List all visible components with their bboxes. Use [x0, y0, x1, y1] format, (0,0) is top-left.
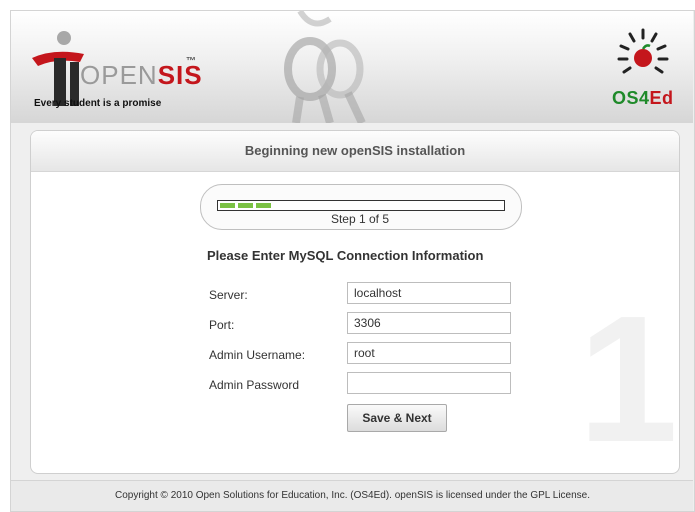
admin-password-label: Admin Password [209, 378, 300, 392]
os4ed-logo-icon [617, 28, 669, 74]
os4ed-wordmark: OS4Ed [612, 88, 674, 109]
server-label: Server: [209, 288, 248, 302]
admin-password-input[interactable] [347, 372, 511, 394]
port-input[interactable] [347, 312, 511, 334]
step-watermark-number: 1 [578, 279, 679, 480]
step-label: Step 1 of 5 [330, 212, 390, 226]
progress-segment [238, 203, 253, 208]
os4ed-prefix: OS4 [612, 88, 650, 108]
trademark-mark: ™ [186, 56, 196, 67]
progress-segment [220, 203, 235, 208]
server-input[interactable] [347, 282, 511, 304]
brand-open-text: OPEN [80, 60, 158, 90]
footer-copyright: Copyright © 2010 Open Solutions for Educ… [114, 490, 591, 501]
admin-username-input[interactable] [347, 342, 511, 364]
panel-header: Beginning new openSIS installation [31, 131, 679, 172]
panel-title: Beginning new openSIS installation [244, 143, 466, 158]
save-and-next-button[interactable]: Save & Next [347, 404, 447, 432]
admin-username-label: Admin Username: [209, 348, 306, 362]
tagline: Every student is a promise [34, 98, 162, 109]
port-label: Port: [209, 318, 235, 332]
os4ed-suffix: Ed [649, 88, 674, 108]
progress-segment [256, 203, 271, 208]
form-heading: Please Enter MySQL Connection Informatio… [207, 248, 484, 263]
keys-icon [284, 11, 366, 123]
brand-wordmark: OPENSIS [80, 60, 203, 91]
